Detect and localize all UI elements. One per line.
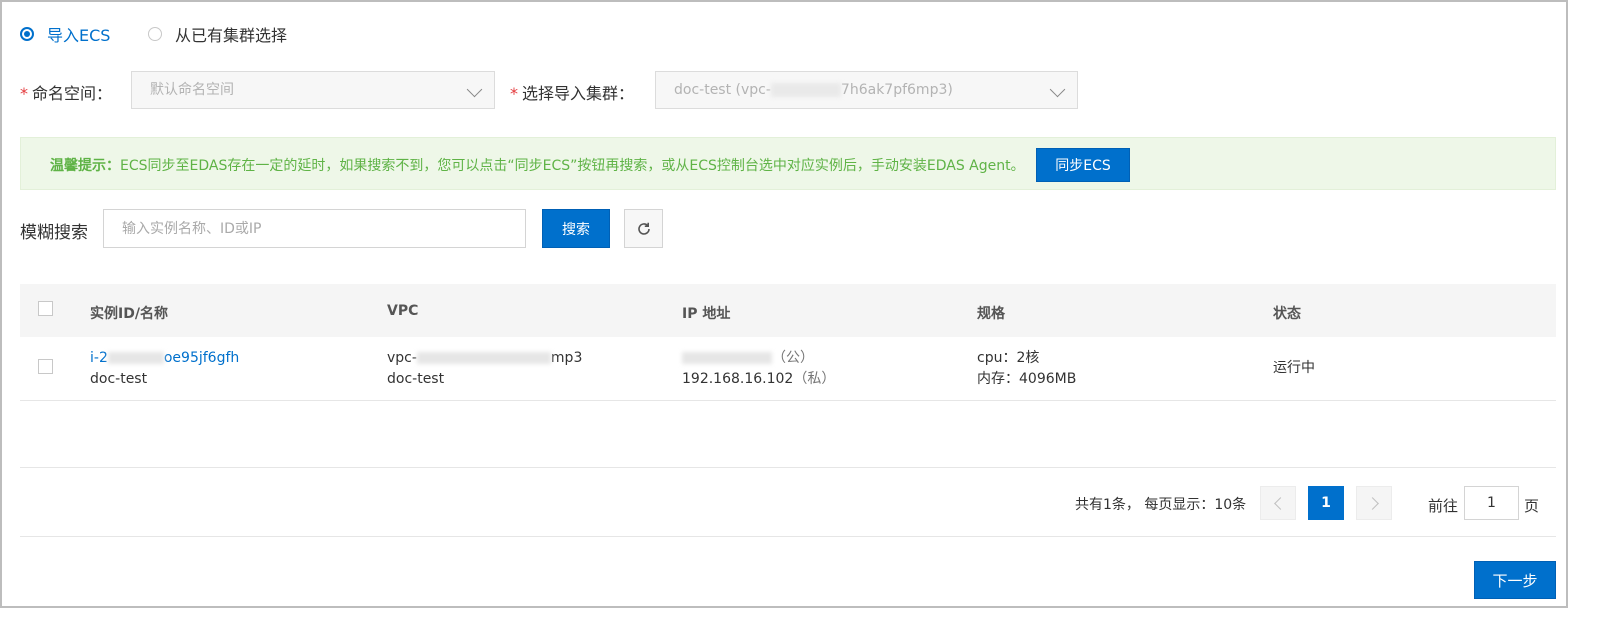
instance-name: doc-test bbox=[90, 371, 148, 387]
sync-ecs-button[interactable]: 同步ECS bbox=[1036, 148, 1130, 182]
prev-page-button[interactable] bbox=[1260, 486, 1296, 520]
search-input[interactable] bbox=[103, 209, 526, 248]
table-row: i-2 oe95jf6gfh doc-test vpc-mp3 doc-test … bbox=[20, 337, 1556, 401]
vpc-cell: vpc-mp3 doc-test bbox=[387, 348, 582, 390]
private-ip: 192.168.16.102 bbox=[682, 371, 794, 387]
radio-unchecked-icon bbox=[148, 27, 162, 41]
refresh-icon bbox=[637, 222, 650, 235]
tip-title: 温馨提示： bbox=[50, 158, 120, 174]
import-ecs-panel: 导入ECS 从已有集群选择 * 命名空间： 默认命名空间 * 选择导入集群： doc… bbox=[0, 0, 1568, 608]
cluster-select-value-prefix: doc-test (vpc- bbox=[674, 82, 771, 98]
goto-label: 前往 bbox=[1428, 497, 1459, 515]
cluster-select-value-suffix: 7h6ak7pf6mp3) bbox=[840, 82, 953, 98]
memory-spec: 内存：4096MB bbox=[977, 371, 1077, 387]
redacted-block bbox=[682, 352, 772, 364]
private-ip-tag: （私） bbox=[793, 371, 836, 387]
chevron-down-icon bbox=[466, 81, 483, 98]
namespace-label-text: 命名空间： bbox=[32, 84, 113, 103]
redacted-block bbox=[416, 352, 551, 364]
instance-id-cell: i-2 oe95jf6gfh doc-test bbox=[90, 348, 239, 390]
sync-tip-banner: 温馨提示：ECS同步至EDAS存在一定的延时，如果搜索不到，您可以点击“同步EC… bbox=[20, 137, 1556, 190]
chevron-right-icon bbox=[1365, 496, 1379, 510]
tip-text: 温馨提示：ECS同步至EDAS存在一定的延时，如果搜索不到，您可以点击“同步EC… bbox=[50, 155, 1025, 175]
cluster-label: * 选择导入集群： bbox=[510, 80, 634, 104]
next-page-button[interactable] bbox=[1356, 486, 1392, 520]
radio-from-cluster[interactable]: 从已有集群选择 bbox=[148, 22, 287, 46]
col-spec: 规格 bbox=[977, 306, 1005, 322]
status-text: 运行中 bbox=[1273, 360, 1315, 376]
redacted-block bbox=[107, 352, 164, 364]
col-vpc: VPC bbox=[387, 303, 419, 319]
refresh-button[interactable] bbox=[624, 209, 663, 248]
radio-checked-icon bbox=[20, 27, 34, 41]
required-mark: * bbox=[20, 84, 28, 103]
namespace-label: * 命名空间： bbox=[20, 80, 112, 104]
select-all-checkbox[interactable] bbox=[38, 301, 53, 316]
radio-import-ecs-label: 导入ECS bbox=[47, 26, 111, 45]
divider bbox=[20, 536, 1556, 537]
namespace-select[interactable]: 默认命名空间 bbox=[131, 71, 495, 109]
chevron-down-icon bbox=[1049, 81, 1066, 98]
tip-message: ECS同步至EDAS存在一定的延时，如果搜索不到，您可以点击“同步ECS”按钮再… bbox=[120, 158, 1025, 174]
table-header: 实例ID/名称 VPC IP 地址 规格 状态 bbox=[20, 284, 1556, 338]
instance-id-prefix: i-2 bbox=[90, 350, 108, 366]
chevron-left-icon bbox=[1273, 496, 1287, 510]
redacted-block bbox=[770, 83, 841, 97]
next-step-button[interactable]: 下一步 bbox=[1474, 561, 1556, 599]
ip-cell: （公） 192.168.16.102（私） bbox=[682, 348, 835, 390]
public-ip-tag: （公） bbox=[772, 350, 814, 366]
divider bbox=[20, 467, 1556, 468]
cpu-spec: cpu：2核 bbox=[977, 350, 1040, 366]
instance-id-link[interactable]: i-2 oe95jf6gfh bbox=[90, 350, 239, 366]
search-button[interactable]: 搜索 bbox=[542, 209, 610, 248]
radio-import-ecs[interactable]: 导入ECS bbox=[20, 22, 110, 46]
fuzzy-search-label: 模糊搜索 bbox=[20, 223, 88, 243]
radio-from-cluster-label: 从已有集群选择 bbox=[175, 26, 288, 45]
instance-id-suffix: oe95jf6gfh bbox=[163, 350, 240, 366]
spec-cell: cpu：2核 内存：4096MB bbox=[977, 348, 1076, 390]
vpc-id-prefix: vpc- bbox=[387, 350, 417, 366]
pagination-summary: 共有1条， 每页显示：10条 bbox=[1075, 497, 1247, 513]
col-id-name: 实例ID/名称 bbox=[90, 306, 168, 322]
col-ip: IP 地址 bbox=[682, 306, 731, 322]
page-unit-label: 页 bbox=[1524, 497, 1540, 515]
cluster-select[interactable]: doc-test (vpc- 7h6ak7pf6mp3) bbox=[655, 71, 1078, 109]
page-1-button[interactable]: 1 bbox=[1308, 486, 1344, 520]
goto-page-input[interactable] bbox=[1464, 486, 1519, 520]
required-mark: * bbox=[510, 84, 518, 103]
namespace-select-value: 默认命名空间 bbox=[150, 82, 234, 98]
vpc-name: doc-test bbox=[387, 371, 445, 387]
vpc-id-suffix: mp3 bbox=[550, 350, 583, 366]
cluster-label-text: 选择导入集群： bbox=[522, 84, 635, 103]
col-status: 状态 bbox=[1273, 306, 1301, 322]
row-checkbox[interactable] bbox=[38, 359, 53, 374]
